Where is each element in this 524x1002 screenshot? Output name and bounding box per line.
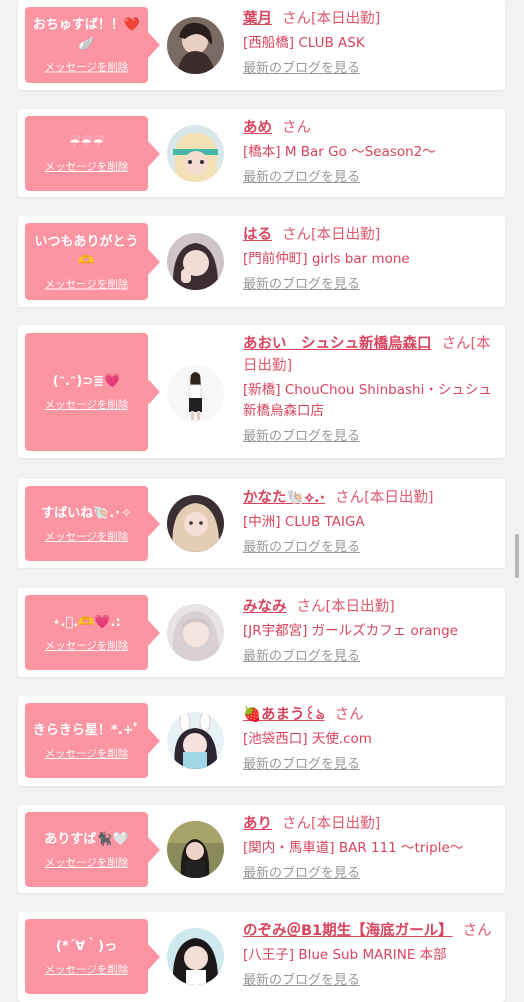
cast-info: あり さん[本日出勤] [関内・馬車道] BAR 111 〜triple〜 最新の…: [243, 813, 497, 883]
latest-blog-link[interactable]: 最新のブログを見る: [243, 972, 360, 990]
store-name: [JR宇都宮] ガールズカフェ orange: [243, 623, 458, 639]
honorific: さん: [296, 599, 326, 615]
message-text: おちゅすば！！❤️🪽: [32, 17, 141, 52]
delete-message-link[interactable]: メッセージを削除: [45, 159, 129, 174]
message-text: (ᵔ.ᵔ)⊃≣💗: [52, 374, 121, 389]
delete-message-link[interactable]: メッセージを削除: [45, 276, 129, 291]
delete-message-link[interactable]: メッセージを削除: [45, 746, 129, 761]
avatar[interactable]: [167, 604, 224, 661]
latest-blog-link[interactable]: 最新のブログを見る: [243, 276, 360, 294]
delete-message-link[interactable]: メッセージを削除: [45, 60, 129, 75]
attendance-badge: [本日出勤]: [311, 816, 381, 832]
cast-name-link[interactable]: あり: [243, 816, 272, 832]
cast-info: みなみ さん[本日出勤] [JR宇都宮] ガールズカフェ orange 最新のブロ…: [243, 596, 497, 666]
honorific: さん: [335, 490, 365, 506]
avatar[interactable]: [167, 365, 224, 422]
message-bubble: すばいね🐚.･✧ メッセージを削除: [25, 486, 160, 561]
store-name: [八王子] Blue Sub MARINE 本部: [243, 947, 447, 963]
cast-info: あめ さん [橋本] M Bar Go 〜Season2〜 最新のブログを見る: [243, 117, 497, 187]
honorific: さん: [334, 707, 364, 723]
store-name: [新橋] ChouChou Shinbashi・シュシュ新橋烏森口店: [243, 382, 492, 419]
store-name: [関内・馬車道] BAR 111 〜triple〜: [243, 840, 464, 856]
cast-name-link[interactable]: あめ: [243, 120, 272, 136]
list-item: きらきら星！*.+ﾟ メッセージを削除 🍓あまう꒰ঌ さん [池袋西口] 天使.c…: [18, 696, 505, 786]
latest-blog-link[interactable]: 最新のブログを見る: [243, 756, 360, 774]
store-name: [西船橋] CLUB ASK: [243, 35, 365, 51]
avatar[interactable]: [167, 17, 224, 74]
message-text: きらきら星！*.+ﾟ: [32, 722, 141, 738]
list-item: おちゅすば！！❤️🪽 メッセージを削除 葉月 さん[本日出勤] [西船橋] CLU…: [18, 0, 505, 90]
latest-blog-link[interactable]: 最新のブログを見る: [243, 865, 360, 883]
message-text: ⋆.ﾟ.🫶💗.:: [52, 614, 121, 630]
cast-info: あおい シュシュ新橋烏森口 さん[本日出勤] [新橋] ChouChou Shin…: [243, 333, 497, 446]
delete-message-link[interactable]: メッセージを削除: [45, 397, 129, 412]
latest-blog-link[interactable]: 最新のブログを見る: [243, 60, 360, 78]
message-bubble: きらきら星！*.+ﾟ メッセージを削除: [25, 703, 160, 778]
message-bubble: ☔☔☔ メッセージを削除: [25, 116, 160, 191]
message-bubble: ⋆.ﾟ.🫶💗.: メッセージを削除: [25, 595, 160, 670]
delete-message-link[interactable]: メッセージを削除: [45, 962, 129, 977]
cast-name-link[interactable]: かなた🐚⟡.·: [243, 490, 325, 506]
avatar[interactable]: [167, 125, 224, 182]
latest-blog-link[interactable]: 最新のブログを見る: [243, 428, 360, 446]
message-text: ☔☔☔: [69, 135, 104, 151]
cast-name-link[interactable]: のぞみ＠B1期生【海底ガール】: [243, 923, 453, 939]
message-text: (*´∀｀)っ: [55, 938, 118, 954]
honorific: さん: [441, 336, 471, 352]
scrollbar[interactable]: [515, 534, 519, 578]
cast-name-link[interactable]: はる: [243, 227, 272, 243]
list-item: いつもありがとう🫶 メッセージを削除 はる さん[本日出勤] [門前仲町] gir…: [18, 216, 505, 307]
latest-blog-link[interactable]: 最新のブログを見る: [243, 169, 360, 187]
latest-blog-link[interactable]: 最新のブログを見る: [243, 539, 360, 557]
attendance-badge: [本日出勤]: [325, 599, 395, 615]
cast-name-link[interactable]: みなみ: [243, 599, 287, 615]
cast-info: 🍓あまう꒰ঌ さん [池袋西口] 天使.com 最新のブログを見る: [243, 704, 497, 774]
cast-info: はる さん[本日出勤] [門前仲町] girls bar mone 最新のブログを…: [243, 224, 497, 294]
honorific: さん: [282, 816, 311, 832]
honorific: さん: [282, 120, 311, 136]
message-bubble: (*´∀｀)っ メッセージを削除: [25, 919, 160, 994]
list-item: (ᵔ.ᵔ)⊃≣💗 メッセージを削除 あおい シュシュ新橋烏森口 さん[本日出勤] …: [18, 325, 505, 458]
attendance-badge: [本日出勤]: [311, 11, 381, 27]
cast-info: 葉月 さん[本日出勤] [西船橋] CLUB ASK 最新のブログを見る: [243, 8, 497, 78]
delete-message-link[interactable]: メッセージを削除: [45, 638, 129, 653]
message-bubble: (ᵔ.ᵔ)⊃≣💗 メッセージを削除: [25, 333, 160, 451]
avatar[interactable]: [167, 233, 224, 290]
latest-blog-link[interactable]: 最新のブログを見る: [243, 648, 360, 666]
cast-info: かなた🐚⟡.· さん[本日出勤] [中洲] CLUB TAIGA 最新のブログを見…: [243, 487, 497, 557]
delete-message-link[interactable]: メッセージを削除: [45, 855, 129, 870]
delete-message-link[interactable]: メッセージを削除: [45, 529, 129, 544]
avatar[interactable]: [167, 495, 224, 552]
message-bubble: おちゅすば！！❤️🪽 メッセージを削除: [25, 7, 160, 83]
store-name: [中洲] CLUB TAIGA: [243, 514, 365, 530]
list-item: (*´∀｀)っ メッセージを削除 のぞみ＠B1期生【海底ガール】 さん [八王子]…: [18, 912, 505, 1002]
cast-name-link[interactable]: 🍓あまう꒰ঌ: [243, 707, 325, 723]
list-item: ありすば🐈‍⬛🤍 メッセージを削除 あり さん[本日出勤] [関内・馬車道] BA…: [18, 805, 505, 893]
avatar[interactable]: [167, 821, 224, 878]
honorific: さん: [282, 227, 311, 243]
message-bubble: いつもありがとう🫶 メッセージを削除: [25, 223, 160, 300]
honorific: さん: [462, 923, 492, 939]
avatar[interactable]: [167, 928, 224, 985]
avatar[interactable]: [167, 712, 224, 769]
store-name: [門前仲町] girls bar mone: [243, 251, 410, 267]
list-item: すばいね🐚.･✧ メッセージを削除 かなた🐚⟡.· さん[本日出勤] [中洲] C…: [18, 479, 505, 568]
cast-name-link[interactable]: あおい シュシュ新橋烏森口: [243, 336, 432, 352]
attendance-badge: [本日出勤]: [311, 227, 381, 243]
attendance-badge: [本日出勤]: [364, 490, 434, 506]
message-text: すばいね🐚.･✧: [41, 505, 132, 521]
cast-info: のぞみ＠B1期生【海底ガール】 さん [八王子] Blue Sub MARINE …: [243, 920, 497, 990]
honorific: さん: [282, 11, 311, 27]
list-item: ⋆.ﾟ.🫶💗.: メッセージを削除 みなみ さん[本日出勤] [JR宇都宮] ガー…: [18, 588, 505, 677]
message-text: いつもありがとう🫶: [34, 234, 139, 268]
store-name: [池袋西口] 天使.com: [243, 731, 372, 747]
store-name: [橋本] M Bar Go 〜Season2〜: [243, 144, 436, 160]
message-bubble: ありすば🐈‍⬛🤍 メッセージを削除: [25, 812, 160, 887]
list-item: ☔☔☔ メッセージを削除 あめ さん [橋本] M Bar Go 〜Season2…: [18, 109, 505, 197]
cast-name-link[interactable]: 葉月: [243, 11, 272, 27]
message-text: ありすば🐈‍⬛🤍: [44, 831, 129, 847]
